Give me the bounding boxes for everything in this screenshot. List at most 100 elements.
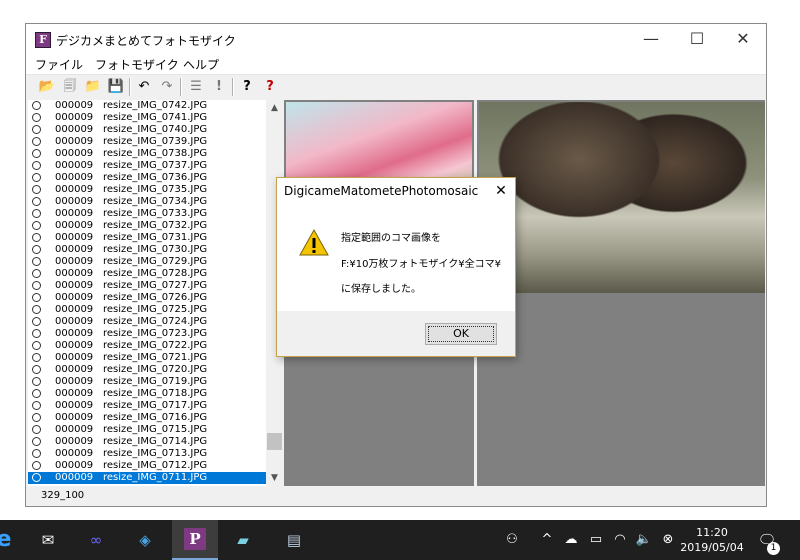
list-item[interactable]: 000009 resize_IMG_0730.JPG (28, 244, 266, 256)
radio-icon[interactable] (32, 305, 41, 314)
close-button[interactable]: ✕ (720, 24, 766, 54)
maximize-button[interactable]: ☐ (674, 24, 720, 54)
list-item[interactable]: 000009 resize_IMG_0727.JPG (28, 280, 266, 292)
volume-icon[interactable]: 🔈 (634, 530, 654, 550)
new-icon[interactable]: 🗐 (60, 78, 80, 96)
title-bar[interactable]: F デジカメまとめてフォトモザイク — ☐ ✕ (26, 24, 766, 54)
radio-icon[interactable] (32, 185, 41, 194)
list-item[interactable]: 000009 resize_IMG_0717.JPG (28, 400, 266, 412)
radio-icon[interactable] (32, 449, 41, 458)
undo-icon[interactable]: ↶ (134, 78, 154, 96)
radio-icon[interactable] (32, 293, 41, 302)
radio-icon[interactable] (32, 137, 41, 146)
radio-icon[interactable] (32, 401, 41, 410)
folder-icon[interactable]: 📁 (83, 78, 103, 96)
help-icon[interactable]: ? (237, 78, 257, 96)
taskbar-clock[interactable]: 11:20 2019/05/04 (672, 525, 752, 555)
list-item[interactable]: 000009 resize_IMG_0733.JPG (28, 208, 266, 220)
image-app-icon[interactable]: ▤ (282, 528, 306, 552)
radio-icon[interactable] (32, 197, 41, 206)
radio-icon[interactable] (32, 425, 41, 434)
menu-file[interactable]: ファイル (35, 56, 83, 73)
radio-icon[interactable] (32, 161, 41, 170)
radio-icon[interactable] (32, 113, 41, 122)
menu-help[interactable]: ヘルプ (183, 56, 219, 73)
radio-icon[interactable] (32, 341, 41, 350)
scroll-down-icon[interactable]: ▼ (266, 470, 283, 486)
radio-icon[interactable] (32, 149, 41, 158)
radio-icon[interactable] (32, 281, 41, 290)
list-item[interactable]: 000009 resize_IMG_0734.JPG (28, 196, 266, 208)
list-item[interactable]: 000009 resize_IMG_0740.JPG (28, 124, 266, 136)
wifi-icon[interactable]: ◠ (610, 530, 630, 550)
save-icon[interactable]: 💾 (106, 78, 126, 96)
list-item[interactable]: 000009 resize_IMG_0738.JPG (28, 148, 266, 160)
list-item[interactable]: 000009 resize_IMG_0721.JPG (28, 352, 266, 364)
list-item[interactable]: 000009 resize_IMG_0718.JPG (28, 388, 266, 400)
dialog-close-button[interactable]: ✕ (489, 180, 513, 202)
list-item[interactable]: 000009 resize_IMG_0713.JPG (28, 448, 266, 460)
radio-icon[interactable] (32, 101, 41, 110)
list-item[interactable]: 000009 resize_IMG_0712.JPG (28, 460, 266, 472)
radio-icon[interactable] (32, 377, 41, 386)
minimize-button[interactable]: — (628, 24, 674, 54)
mail-icon[interactable]: ✉ (36, 528, 60, 552)
radio-icon[interactable] (32, 413, 41, 422)
radio-icon[interactable] (32, 473, 41, 482)
context-help-icon[interactable]: ? (260, 78, 280, 96)
radio-icon[interactable] (32, 257, 41, 266)
radio-icon[interactable] (32, 353, 41, 362)
list-item[interactable]: 000009 resize_IMG_0737.JPG (28, 160, 266, 172)
list-item[interactable]: 000009 resize_IMG_0720.JPG (28, 364, 266, 376)
ok-button[interactable]: OK (425, 323, 497, 345)
list-item[interactable]: 000009 resize_IMG_0729.JPG (28, 256, 266, 268)
radio-icon[interactable] (32, 389, 41, 398)
radio-icon[interactable] (32, 209, 41, 218)
radio-icon[interactable] (32, 461, 41, 470)
list-item[interactable]: 000009 resize_IMG_0711.JPG (28, 472, 266, 484)
scroll-thumb[interactable] (267, 433, 282, 450)
people-icon[interactable]: ⚇ (502, 530, 522, 550)
exclamation-icon[interactable]: ! (209, 78, 229, 96)
radio-icon[interactable] (32, 221, 41, 230)
infinity-app-icon[interactable]: ∞ (84, 528, 108, 552)
radio-icon[interactable] (32, 317, 41, 326)
menu-photomosaic[interactable]: フォトモザイク (95, 56, 179, 73)
list-item[interactable]: 000009 resize_IMG_0719.JPG (28, 376, 266, 388)
list-item[interactable]: 000009 resize_IMG_0722.JPG (28, 340, 266, 352)
list-item[interactable]: 000009 resize_IMG_0731.JPG (28, 232, 266, 244)
list-item[interactable]: 000009 resize_IMG_0716.JPG (28, 412, 266, 424)
redo-icon[interactable]: ↷ (157, 78, 177, 96)
radio-icon[interactable] (32, 125, 41, 134)
radio-icon[interactable] (32, 245, 41, 254)
list-item[interactable]: 000009 resize_IMG_0723.JPG (28, 328, 266, 340)
list-item[interactable]: 000009 resize_IMG_0735.JPG (28, 184, 266, 196)
radio-icon[interactable] (32, 173, 41, 182)
list-item[interactable]: 000009 resize_IMG_0736.JPG (28, 172, 266, 184)
radio-icon[interactable] (32, 365, 41, 374)
list-item[interactable]: 000009 resize_IMG_0726.JPG (28, 292, 266, 304)
list-item[interactable]: 000009 resize_IMG_0739.JPG (28, 136, 266, 148)
settings-app-icon[interactable]: ◈ (133, 528, 157, 552)
list-item[interactable]: 000009 resize_IMG_0714.JPG (28, 436, 266, 448)
cloud-icon[interactable]: ☁ (561, 530, 581, 550)
taskbar-active-app[interactable]: P (172, 520, 218, 560)
radio-icon[interactable] (32, 269, 41, 278)
radio-icon[interactable] (32, 233, 41, 242)
list-icon[interactable]: ☰ (186, 78, 206, 96)
list-item[interactable]: 000009 resize_IMG_0725.JPG (28, 304, 266, 316)
open-icon[interactable]: 📂 (37, 78, 57, 96)
radio-icon[interactable] (32, 437, 41, 446)
list-item[interactable]: 000009 resize_IMG_0715.JPG (28, 424, 266, 436)
list-item[interactable]: 000009 resize_IMG_0732.JPG (28, 220, 266, 232)
edge-icon[interactable]: e (0, 528, 16, 552)
list-item[interactable]: 000009 resize_IMG_0724.JPG (28, 316, 266, 328)
chevron-up-icon[interactable]: ^ (537, 530, 557, 550)
radio-icon[interactable] (32, 329, 41, 338)
notebook-app-icon[interactable]: ▰ (231, 528, 255, 552)
battery-icon[interactable]: ▭ (586, 530, 606, 550)
scroll-up-icon[interactable]: ▲ (266, 100, 283, 116)
list-item[interactable]: 000009 resize_IMG_0728.JPG (28, 268, 266, 280)
list-item[interactable]: 000009 resize_IMG_0742.JPG (28, 100, 266, 112)
file-list[interactable]: 000009 resize_IMG_0742.JPG 000009 resize_IM… (28, 100, 266, 486)
